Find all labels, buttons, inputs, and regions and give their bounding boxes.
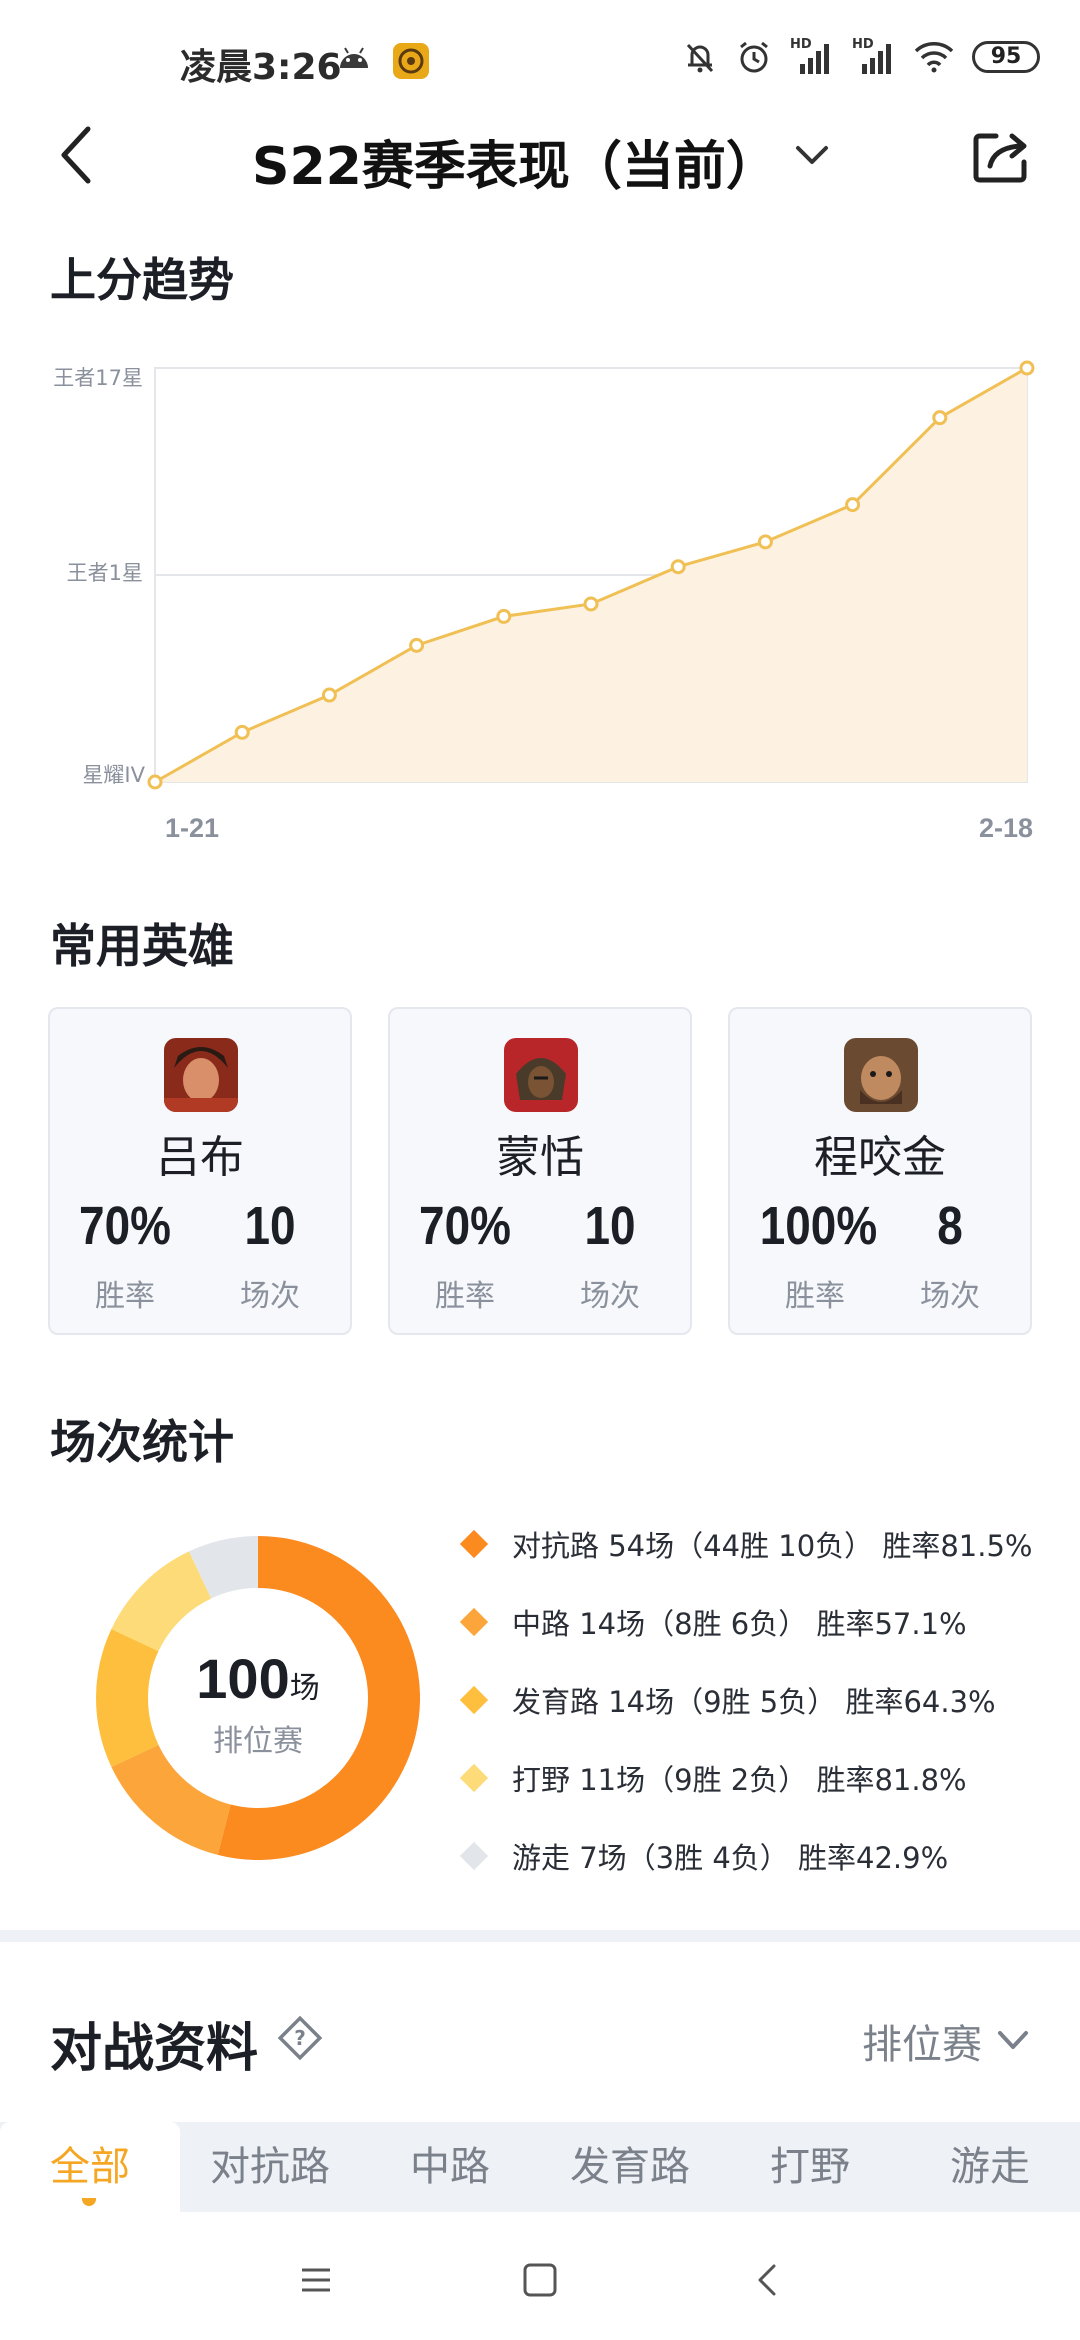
trend-point bbox=[932, 410, 948, 426]
legend-text: 打野 11场（9胜 2负） 胜率81.8% bbox=[512, 1763, 967, 1797]
y-tick-label: 王者1星 bbox=[67, 561, 143, 585]
game-mode-label: 排位赛 bbox=[213, 1724, 303, 1759]
y-tick-label: 星耀IV bbox=[82, 763, 145, 787]
page-title: S22赛季表现（当前） bbox=[252, 137, 778, 197]
role-tabs: 全部 对抗路 中路 发育路 打野 游走 bbox=[0, 2122, 1080, 2212]
trend-section-title: 上分趋势 bbox=[50, 253, 234, 307]
legend-item: 对抗路 54场（44胜 10负） 胜率81.5% bbox=[459, 1505, 1033, 1583]
tab-roam[interactable]: 游走 bbox=[900, 2122, 1080, 2212]
legend-item: 游走 7场（3胜 4负） 胜率42.9% bbox=[459, 1817, 1033, 1895]
legend-dot bbox=[459, 1841, 489, 1871]
alarm-icon bbox=[740, 41, 768, 73]
legend-dot bbox=[459, 1529, 489, 1559]
hero-card[interactable]: 吕布 70% 10 胜率 场次 bbox=[48, 1007, 352, 1335]
android-icon bbox=[340, 47, 368, 68]
mode-select[interactable]: 排位赛 bbox=[862, 2012, 1030, 2070]
system-nav-bar bbox=[0, 2212, 1080, 2340]
hero-games-label: 场次 bbox=[580, 1279, 640, 1314]
trend-point bbox=[321, 687, 337, 703]
hero-name: 吕布 bbox=[156, 1132, 244, 1183]
trend-point bbox=[583, 596, 599, 612]
chevron-down-icon bbox=[998, 2031, 1028, 2049]
help-icon[interactable]: ? bbox=[276, 2014, 324, 2062]
battery-indicator: 95 bbox=[972, 41, 1040, 73]
tab-jungle[interactable]: 打野 bbox=[720, 2122, 900, 2212]
legend-dot bbox=[459, 1685, 489, 1715]
mode-select-label: 排位赛 bbox=[862, 2022, 982, 2068]
donut-segment bbox=[111, 1551, 212, 1652]
total-games-unit: 场 bbox=[289, 1671, 320, 1706]
share-icon[interactable] bbox=[972, 128, 1032, 184]
legend-text: 中路 14场（8胜 6负） 胜率57.1% bbox=[512, 1607, 967, 1641]
donut-segment bbox=[189, 1536, 259, 1599]
legend-item: 中路 14场（8胜 6负） 胜率57.1% bbox=[459, 1583, 1033, 1661]
trend-point bbox=[496, 608, 512, 624]
hero-games-label: 场次 bbox=[240, 1279, 300, 1314]
status-time: 凌晨3:26 bbox=[180, 47, 342, 88]
menu-icon[interactable] bbox=[288, 2252, 344, 2308]
bell-off-icon bbox=[686, 43, 714, 73]
signal-hd-icon-2: HD bbox=[852, 38, 896, 76]
hero-games-label: 场次 bbox=[920, 1279, 980, 1314]
hero-win-rate-label: 胜率 bbox=[435, 1279, 495, 1314]
trend-point bbox=[409, 637, 425, 653]
trend-point bbox=[1019, 360, 1035, 376]
section-divider bbox=[0, 1930, 1080, 1942]
heroes-section-title: 常用英雄 bbox=[50, 919, 234, 973]
tab-mid-lane[interactable]: 中路 bbox=[360, 2122, 540, 2212]
total-games: 100场 bbox=[156, 1646, 360, 1711]
back-button[interactable] bbox=[54, 125, 104, 185]
y-tick-label: 王者17星 bbox=[53, 366, 143, 390]
legend-item: 发育路 14场（9胜 5负） 胜率64.3% bbox=[459, 1661, 1033, 1739]
hero-name: 蒙恬 bbox=[496, 1132, 584, 1183]
tab-clash-lane[interactable]: 对抗路 bbox=[180, 2122, 360, 2212]
hero-win-rate: 70% bbox=[79, 1196, 171, 1256]
total-games-value: 100 bbox=[196, 1647, 290, 1710]
x-tick-label: 1-21 bbox=[165, 813, 219, 843]
hero-name: 程咬金 bbox=[814, 1132, 946, 1183]
role-legend: 对抗路 54场（44胜 10负） 胜率81.5% 中路 14场（8胜 6负） 胜… bbox=[459, 1505, 1033, 1895]
x-tick-label: 2-18 bbox=[979, 813, 1033, 843]
hero-avatar-icon bbox=[504, 1038, 578, 1112]
hero-games: 10 bbox=[244, 1196, 296, 1256]
hero-avatar-icon bbox=[164, 1038, 238, 1112]
wifi-icon bbox=[914, 42, 954, 73]
trend-point bbox=[234, 724, 250, 740]
trend-point bbox=[845, 497, 861, 513]
status-bar: 凌晨3:26 HD HD 95 bbox=[0, 0, 1080, 120]
legend-item: 打野 11场（9胜 2负） 胜率81.8% bbox=[459, 1739, 1033, 1817]
hero-win-rate: 70% bbox=[419, 1196, 511, 1256]
trend-chart: 王者17星 王者1星 星耀IV 1-21 2-18 bbox=[53, 360, 1035, 843]
app-notification-icon bbox=[393, 43, 429, 79]
legend-text: 对抗路 54场（44胜 10负） 胜率81.5% bbox=[512, 1529, 1033, 1563]
hero-win-rate: 100% bbox=[759, 1196, 878, 1256]
hero-win-rate-label: 胜率 bbox=[95, 1279, 155, 1314]
stats-section-title: 场次统计 bbox=[50, 1415, 234, 1469]
chevron-down-icon[interactable] bbox=[792, 140, 832, 170]
hero-games: 10 bbox=[584, 1196, 636, 1256]
trend-point bbox=[147, 774, 163, 790]
home-icon[interactable] bbox=[512, 2252, 568, 2308]
svg-text:?: ? bbox=[294, 2026, 306, 2050]
trend-point bbox=[670, 559, 686, 575]
hero-win-rate-label: 胜率 bbox=[785, 1279, 845, 1314]
signal-hd-icon: HD bbox=[790, 38, 834, 76]
trend-point bbox=[757, 534, 773, 550]
legend-text: 游走 7场（3胜 4负） 胜率42.9% bbox=[512, 1841, 949, 1875]
donut-segment bbox=[111, 1744, 232, 1855]
hero-games: 8 bbox=[937, 1196, 963, 1256]
hero-card[interactable]: 蒙恬 70% 10 胜率 场次 bbox=[388, 1007, 692, 1335]
battle-section-title: 对战资料 bbox=[50, 2019, 259, 2079]
legend-dot bbox=[459, 1607, 489, 1637]
tab-farm-lane[interactable]: 发育路 bbox=[540, 2122, 720, 2212]
donut-segment bbox=[96, 1629, 159, 1767]
hero-card[interactable]: 程咬金 100% 8 胜率 场次 bbox=[728, 1007, 1032, 1335]
legend-text: 发育路 14场（9胜 5负） 胜率64.3% bbox=[512, 1685, 996, 1719]
legend-dot bbox=[459, 1763, 489, 1793]
hero-avatar-icon bbox=[844, 1038, 918, 1112]
nav-back-icon[interactable] bbox=[740, 2252, 796, 2308]
